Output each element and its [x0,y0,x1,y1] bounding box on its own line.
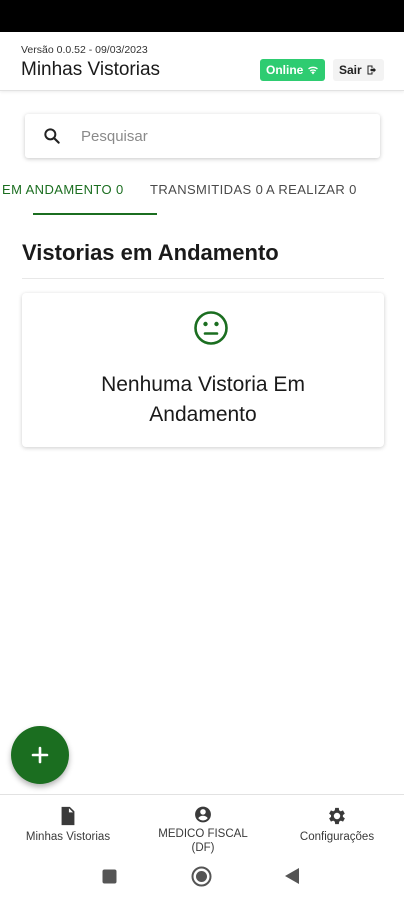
bottom-navigation: Minhas Vistorias MEDICO FISCAL (DF) Conf… [0,794,404,854]
section-title: Vistorias em Andamento [22,240,279,265]
tab-em-andamento[interactable]: EM ANDAMENTO 0 [2,182,124,197]
back-icon[interactable] [284,867,300,885]
wifi-icon [308,66,319,75]
nav-label-configuracoes: Configurações [299,831,375,843]
nav-label-minhas-vistorias: Minhas Vistorias [25,831,111,843]
tab-bar: EM ANDAMENTO 0 TRANSMITIDAS 0 A REALIZAR… [0,172,404,218]
recents-icon[interactable] [102,869,117,884]
document-icon [61,806,75,826]
search-bar[interactable] [25,114,380,158]
logout-label: Sair [339,63,362,77]
add-vistoria-button[interactable] [11,726,69,784]
gear-icon [329,807,345,825]
section-divider [22,278,384,279]
nav-item-minhas-vistorias[interactable]: Minhas Vistorias [10,795,126,855]
search-input[interactable] [81,127,321,145]
page-title: Minhas Vistorias [21,59,161,80]
nav-label-medico-fiscal: MEDICO FISCAL (DF) [158,828,248,854]
home-icon[interactable] [191,866,212,887]
online-label: Online [266,63,304,77]
tab-a-realizar[interactable]: A REALIZAR 0 [266,182,357,197]
status-bar [0,0,404,32]
version-label: Versão 0.0.52 - 09/03/2023 [21,44,148,56]
empty-state-card: Nenhuma Vistoria Em Andamento [22,293,384,447]
nav-item-medico-fiscal[interactable]: MEDICO FISCAL (DF) [144,795,262,855]
app-header: Versão 0.0.52 - 09/03/2023 Minhas Vistor… [0,32,404,91]
neutral-face-icon [194,311,228,345]
active-tab-indicator [33,213,157,215]
search-icon [44,128,60,144]
logout-icon [367,65,376,75]
empty-state-message: Nenhuma Vistoria Em Andamento [101,373,305,426]
android-navigation-bar [0,854,404,900]
logout-button[interactable]: Sair [333,59,384,81]
nav-item-configuracoes[interactable]: Configurações [284,795,390,855]
tab-transmitidas[interactable]: TRANSMITIDAS 0 [150,182,263,197]
account-circle-icon [195,806,211,823]
online-status-badge: Online [260,59,326,81]
plus-icon [31,746,49,764]
